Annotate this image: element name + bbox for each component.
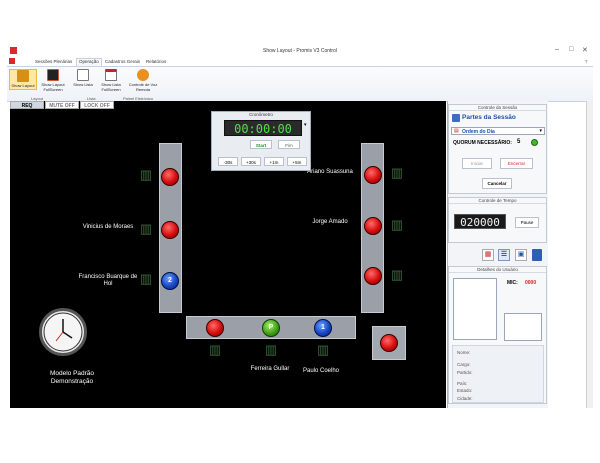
vertical-scrollbar[interactable] [586,101,593,408]
book-icon[interactable] [532,249,542,261]
delegate-name: Paulo Coelho [302,368,340,374]
mic-icon: ▥ [316,342,330,357]
field-cidade: Cidade: [457,396,473,401]
user-card-icon[interactable]: ▣ [515,249,527,261]
window-title: Show Layout - Promis V3 Control [263,48,337,54]
session-icon [452,114,460,122]
user-info-box: Nome: Cargo: Partido: País: Estado: Cida… [452,345,544,403]
mic-icon: ▥ [139,271,153,286]
help-icon[interactable]: ? [585,59,588,64]
voz-remota-button[interactable]: Controle de Voz Remota [127,69,159,92]
seat-left-3[interactable]: 2 [161,272,179,290]
field-nome: Nome: [457,350,471,355]
seat-bottom-3[interactable]: 1 [314,319,332,337]
mic-icon: ▥ [139,221,153,236]
mic-icon: ▥ [139,167,153,182]
mic-icon: ▥ [390,267,404,282]
end-session-button[interactable]: Encerrar [500,158,533,169]
show-layout-fullscreen-button[interactable]: Show Layout FullScreen [39,69,67,92]
pause-button[interactable]: Pause [515,217,539,228]
window-titlebar: Show Layout - Promis V3 Control – □ ✕ [7,45,593,57]
model-name: Modelo Padrão Demonstração [49,370,95,385]
tab-cadastros[interactable]: Cadastros Gerais [105,59,140,64]
session-part-value: Ordem do Dia [462,129,495,135]
time-display: 020000 [454,214,506,229]
seat-left-2[interactable] [161,221,179,239]
time-control-panel: Controle de Tempo 020000 Pause [448,197,547,243]
seat-bottom-1[interactable] [206,319,224,337]
preset-plus5m-button[interactable]: +5m [287,157,307,166]
minimize-icon[interactable]: – [555,46,559,53]
start-button[interactable]: Start [250,140,272,149]
session-control-header: Controle da Sessão [449,105,546,111]
session-control-panel: Controle da Sessão Partes da Sessão ▤ Or… [448,104,547,194]
delegate-name: Jorge Amado [312,219,348,225]
quorum-status-icon [531,139,538,146]
seat-left-1[interactable] [161,168,179,186]
field-estado: Estado: [457,388,473,393]
req-button[interactable]: REQ [10,101,44,109]
remote-voice-icon [137,69,149,81]
preset-plus1m-button[interactable]: +1m [264,157,284,166]
show-layout-button[interactable]: Show Layout [9,69,37,90]
stop-button[interactable]: Fim [278,140,300,149]
quorum-value: 5 [517,139,521,145]
delegate-name: Francisco Buarque de Hol [78,274,138,287]
ribbon: Show Layout Show Layout FullScreen Show … [7,66,593,102]
mic-value: 0000 [525,280,537,286]
quorum-label: QUORUM NECESSÁRIO: [453,140,512,146]
mic-icon: ▥ [390,217,404,232]
folder-icon: ▤ [454,128,459,134]
mic-icon: ▥ [264,342,278,357]
layout-icon [17,70,29,82]
list-fullscreen-icon [105,69,117,81]
mute-button[interactable]: MUTE OFF [45,101,79,109]
show-lista-button[interactable]: Show Lista [69,69,97,88]
mic-icon: ▥ [208,342,222,357]
maximize-icon[interactable]: □ [569,46,573,53]
list-view-icon[interactable]: ☰ [498,249,510,261]
field-partido: Partido: [457,370,473,375]
cronometro-title: Cronômetro [249,112,273,117]
mic-label: MIC: [507,280,518,286]
tab-sessoes[interactable]: Sessões Plenárias [35,59,72,64]
chevron-down-icon[interactable]: ▾ [304,122,307,128]
session-part-select[interactable]: ▤ Ordem do Dia ▾ [451,127,545,135]
close-icon[interactable]: ✕ [582,46,588,54]
field-pais: País: [457,381,468,386]
show-lista-fullscreen-button[interactable]: Show Lista FullScreen [97,69,125,92]
preset-plus30-button[interactable]: +30s [241,157,261,166]
cronometro-display: 00:00:00 [224,120,302,136]
user-photo [453,278,497,340]
list-icon [77,69,89,81]
layout-fullscreen-icon [47,69,59,81]
analog-clock-icon [39,308,87,356]
chevron-down-icon: ▾ [539,128,542,134]
time-control-header: Controle de Tempo [449,198,546,204]
lock-button[interactable]: LOCK OFF [80,101,114,109]
seat-right-1[interactable] [364,166,382,184]
session-title: Partes da Sessão [462,114,516,121]
seat-right-3[interactable] [364,267,382,285]
user-details-header: Detalhes do Usuário [449,267,546,273]
cancel-button[interactable]: Cancelar [482,178,512,189]
delegate-name: Vinicius de Moraes [82,224,134,230]
field-cargo: Cargo: [457,362,471,367]
seat-right-2[interactable] [364,217,382,235]
seat-extra[interactable] [380,334,398,352]
tab-operacao[interactable]: Operação [76,58,102,66]
preset-minus30-button[interactable]: -30s [218,157,238,166]
cronometro-panel: Cronômetro 00:00:00 ▾ Start Fim -30s +30… [211,111,311,171]
calendar-icon[interactable]: ▦ [482,249,494,261]
tab-relatorios[interactable]: Relatórios [146,59,166,64]
party-logo [504,313,542,341]
user-details-panel: Detalhes do Usuário MIC: 0000 Nome: Carg… [448,266,547,404]
start-session-button[interactable]: Iniciar [462,158,492,169]
app-menu-icon[interactable] [9,58,15,64]
seat-bottom-president[interactable]: P [262,319,280,337]
mic-icon: ▥ [390,165,404,180]
ribbon-tabs: Sessões Plenárias Operação Cadastros Ger… [7,57,593,66]
